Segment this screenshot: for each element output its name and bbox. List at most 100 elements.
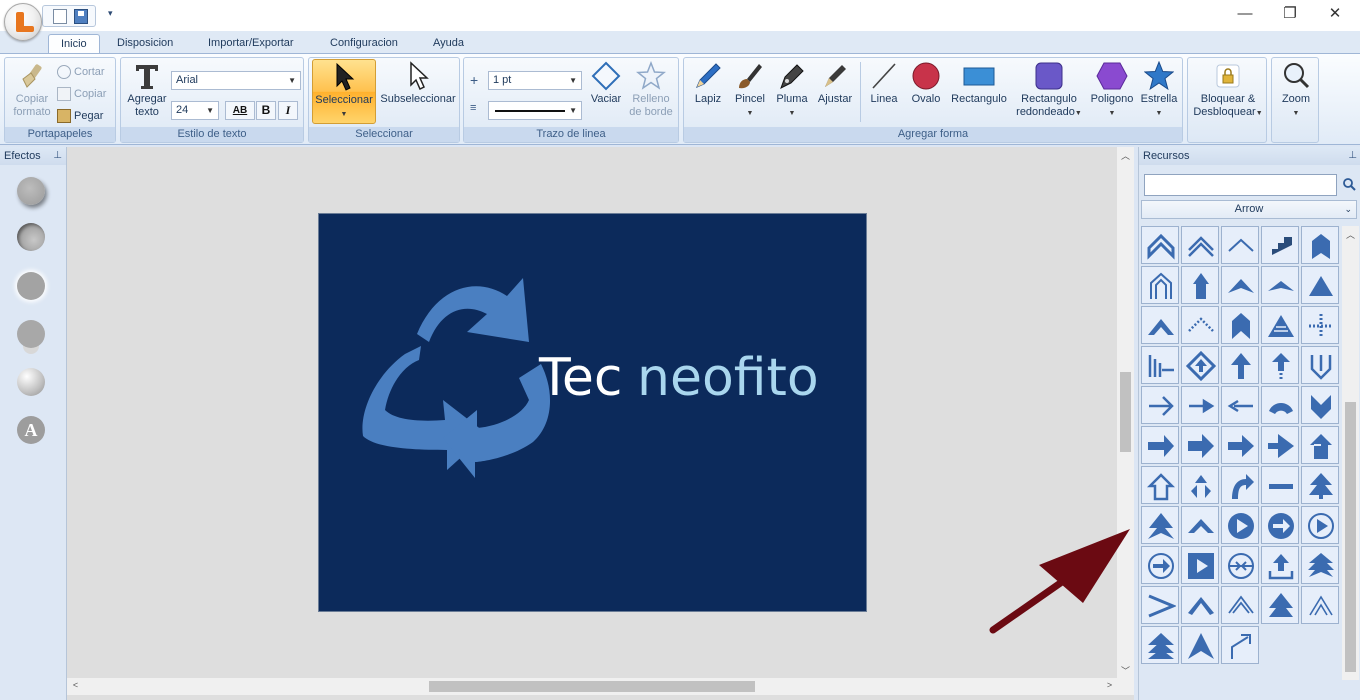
dotted-chevron-icon[interactable] bbox=[1181, 306, 1219, 344]
font-family-select[interactable]: Arial ▼ bbox=[171, 71, 301, 90]
search-icon[interactable] bbox=[1342, 177, 1356, 191]
greater-than-icon[interactable] bbox=[1141, 586, 1179, 624]
block-arrow-right-icon[interactable] bbox=[1141, 426, 1179, 464]
rectangle-tool-button[interactable]: Rectangulo bbox=[948, 61, 1010, 106]
scroll-right-icon[interactable]: > bbox=[1101, 680, 1118, 690]
horizontal-scrollbar[interactable]: < > bbox=[67, 678, 1118, 695]
tab-configuracion[interactable]: Configuracion bbox=[318, 34, 410, 54]
application-menu-button[interactable] bbox=[4, 3, 42, 41]
barb-arrow-left-icon[interactable] bbox=[1141, 346, 1179, 384]
upload-arrow-icon[interactable] bbox=[1261, 546, 1299, 584]
curved-arrow-icon[interactable] bbox=[1221, 466, 1259, 504]
resources-vertical-scrollbar[interactable]: ︿ bbox=[1342, 226, 1359, 680]
tab-disposicion[interactable]: Disposicion bbox=[105, 34, 185, 54]
flat-chevron-icon[interactable] bbox=[1261, 266, 1299, 304]
shield-arrow-icon[interactable] bbox=[1301, 386, 1339, 424]
oval-tool-button[interactable]: Ovalo bbox=[906, 61, 946, 106]
arrow-right-thin-icon[interactable] bbox=[1181, 386, 1219, 424]
notched-arrow-up-icon[interactable] bbox=[1301, 426, 1339, 464]
circle-arrow-outline-icon[interactable] bbox=[1141, 546, 1179, 584]
save-icon[interactable] bbox=[74, 9, 88, 24]
copy-format-button[interactable]: Copiar formato bbox=[7, 61, 57, 119]
circle-play-outline-icon[interactable] bbox=[1301, 506, 1339, 544]
logo-image[interactable]: Tec neofito bbox=[318, 213, 867, 612]
block-arrow-right-2-icon[interactable] bbox=[1221, 426, 1259, 464]
diamond-arrow-icon[interactable] bbox=[1181, 346, 1219, 384]
bookmark-up-icon[interactable] bbox=[1221, 306, 1259, 344]
v-lines-icon[interactable] bbox=[1221, 586, 1259, 624]
add-text-button[interactable]: Agregar texto bbox=[123, 61, 171, 119]
empty-fill-button[interactable]: Vaciar bbox=[584, 61, 628, 106]
tab-inicio[interactable]: Inicio bbox=[48, 34, 100, 54]
italic-button[interactable]: I bbox=[278, 101, 298, 120]
bookmark-arrow-icon[interactable] bbox=[1301, 226, 1339, 264]
close-button[interactable]: ✕ bbox=[1312, 4, 1358, 26]
scroll-left-icon[interactable]: < bbox=[67, 680, 84, 690]
resources-search-input[interactable] bbox=[1144, 174, 1337, 196]
scroll-down-icon[interactable]: ﹀ bbox=[1117, 664, 1134, 677]
line-tool-button[interactable]: Linea bbox=[864, 61, 904, 106]
pine-arrow-icon[interactable] bbox=[1301, 466, 1339, 504]
chevron-arch-icon[interactable] bbox=[1181, 506, 1219, 544]
lock-unlock-button[interactable]: Bloquear & Desbloquear▼ bbox=[1190, 61, 1266, 120]
recycle-icon[interactable] bbox=[1181, 466, 1219, 504]
tab-importar-exportar[interactable]: Importar/Exportar bbox=[196, 34, 306, 54]
minimize-button[interactable]: — bbox=[1222, 4, 1268, 26]
rounded-rectangle-tool-button[interactable]: Rectangulo redondeado▼ bbox=[1012, 61, 1086, 120]
category-select[interactable]: Arrow ⌄ bbox=[1141, 200, 1357, 219]
polygon-tool-button[interactable]: Poligono ▼ bbox=[1088, 61, 1136, 120]
scroll-up-icon[interactable]: ︿ bbox=[1117, 149, 1134, 162]
brush-tool-button[interactable]: Pincel ▼ bbox=[730, 61, 770, 120]
pin-icon[interactable]: ⊥ bbox=[1348, 147, 1357, 165]
round-chevron-icon[interactable] bbox=[1261, 386, 1299, 424]
scroll-up-icon[interactable]: ︿ bbox=[1342, 228, 1359, 241]
border-fill-button[interactable]: Relleno de borde bbox=[626, 61, 676, 119]
arrow-up-icon[interactable] bbox=[1221, 346, 1259, 384]
circle-play-icon[interactable] bbox=[1221, 506, 1259, 544]
adjust-tool-button[interactable]: Ajustar bbox=[814, 61, 856, 106]
paste-button[interactable]: Pegar bbox=[57, 107, 103, 125]
tree-arrow-icon[interactable] bbox=[1261, 586, 1299, 624]
new-document-icon[interactable] bbox=[53, 9, 67, 24]
maximize-button[interactable]: ❐ bbox=[1267, 4, 1313, 26]
horizontal-scroll-thumb[interactable] bbox=[429, 681, 755, 692]
stair-arrow-icon[interactable] bbox=[1261, 226, 1299, 264]
vertical-scroll-thumb[interactable] bbox=[1120, 372, 1131, 452]
house-arrow-icon[interactable] bbox=[1141, 266, 1179, 304]
chevron-up-bold-icon[interactable] bbox=[1141, 306, 1179, 344]
circle-arrow-right-icon[interactable] bbox=[1261, 506, 1299, 544]
double-chevron-up-outline-icon[interactable] bbox=[1181, 226, 1219, 264]
font-size-select[interactable]: 24 ▼ bbox=[171, 101, 219, 120]
wide-chevron-icon[interactable] bbox=[1221, 266, 1259, 304]
cut-button[interactable]: Cortar bbox=[57, 63, 105, 81]
shadow-effect-icon[interactable] bbox=[17, 177, 45, 205]
stripe-arrow-up-icon[interactable] bbox=[1261, 346, 1299, 384]
chevron-up-thin-icon[interactable] bbox=[1221, 226, 1259, 264]
copy-button[interactable]: Copiar bbox=[57, 85, 106, 103]
dotted-arrow-icon[interactable] bbox=[1301, 306, 1339, 344]
striped-triangle-icon[interactable] bbox=[1261, 306, 1299, 344]
line-width-select[interactable]: 1 pt ▼ bbox=[488, 71, 582, 90]
pin-icon[interactable]: ⊥ bbox=[53, 147, 62, 165]
triple-chevron-icon[interactable] bbox=[1301, 546, 1339, 584]
bold-button[interactable]: B bbox=[256, 101, 276, 120]
double-chevron-up-icon[interactable] bbox=[1141, 226, 1179, 264]
thin-chevron-up-icon[interactable] bbox=[1301, 586, 1339, 624]
u-arrow-up-icon[interactable] bbox=[1301, 346, 1339, 384]
pen-tool-button[interactable]: Pluma ▼ bbox=[772, 61, 812, 120]
customize-toolbar-button[interactable]: ▾ bbox=[108, 8, 113, 19]
stacked-triangle-icon[interactable] bbox=[1141, 626, 1179, 664]
circle-split-icon[interactable] bbox=[1221, 546, 1259, 584]
triangle-up-icon[interactable] bbox=[1301, 266, 1339, 304]
resources-scroll-thumb[interactable] bbox=[1345, 402, 1356, 672]
bevel-effect-icon[interactable] bbox=[17, 368, 45, 396]
double-tree-arrow-icon[interactable] bbox=[1141, 506, 1179, 544]
square-play-icon[interactable] bbox=[1181, 546, 1219, 584]
m-chevron-icon[interactable] bbox=[1181, 586, 1219, 624]
big-chevron-up-icon[interactable] bbox=[1181, 626, 1219, 664]
glow-effect-icon[interactable] bbox=[17, 272, 45, 300]
inner-shadow-effect-icon[interactable] bbox=[17, 223, 45, 251]
bent-arrow-icon[interactable] bbox=[1221, 626, 1259, 664]
bar-arrow-icon[interactable] bbox=[1261, 466, 1299, 504]
star-tool-button[interactable]: Estrella ▼ bbox=[1136, 61, 1182, 120]
